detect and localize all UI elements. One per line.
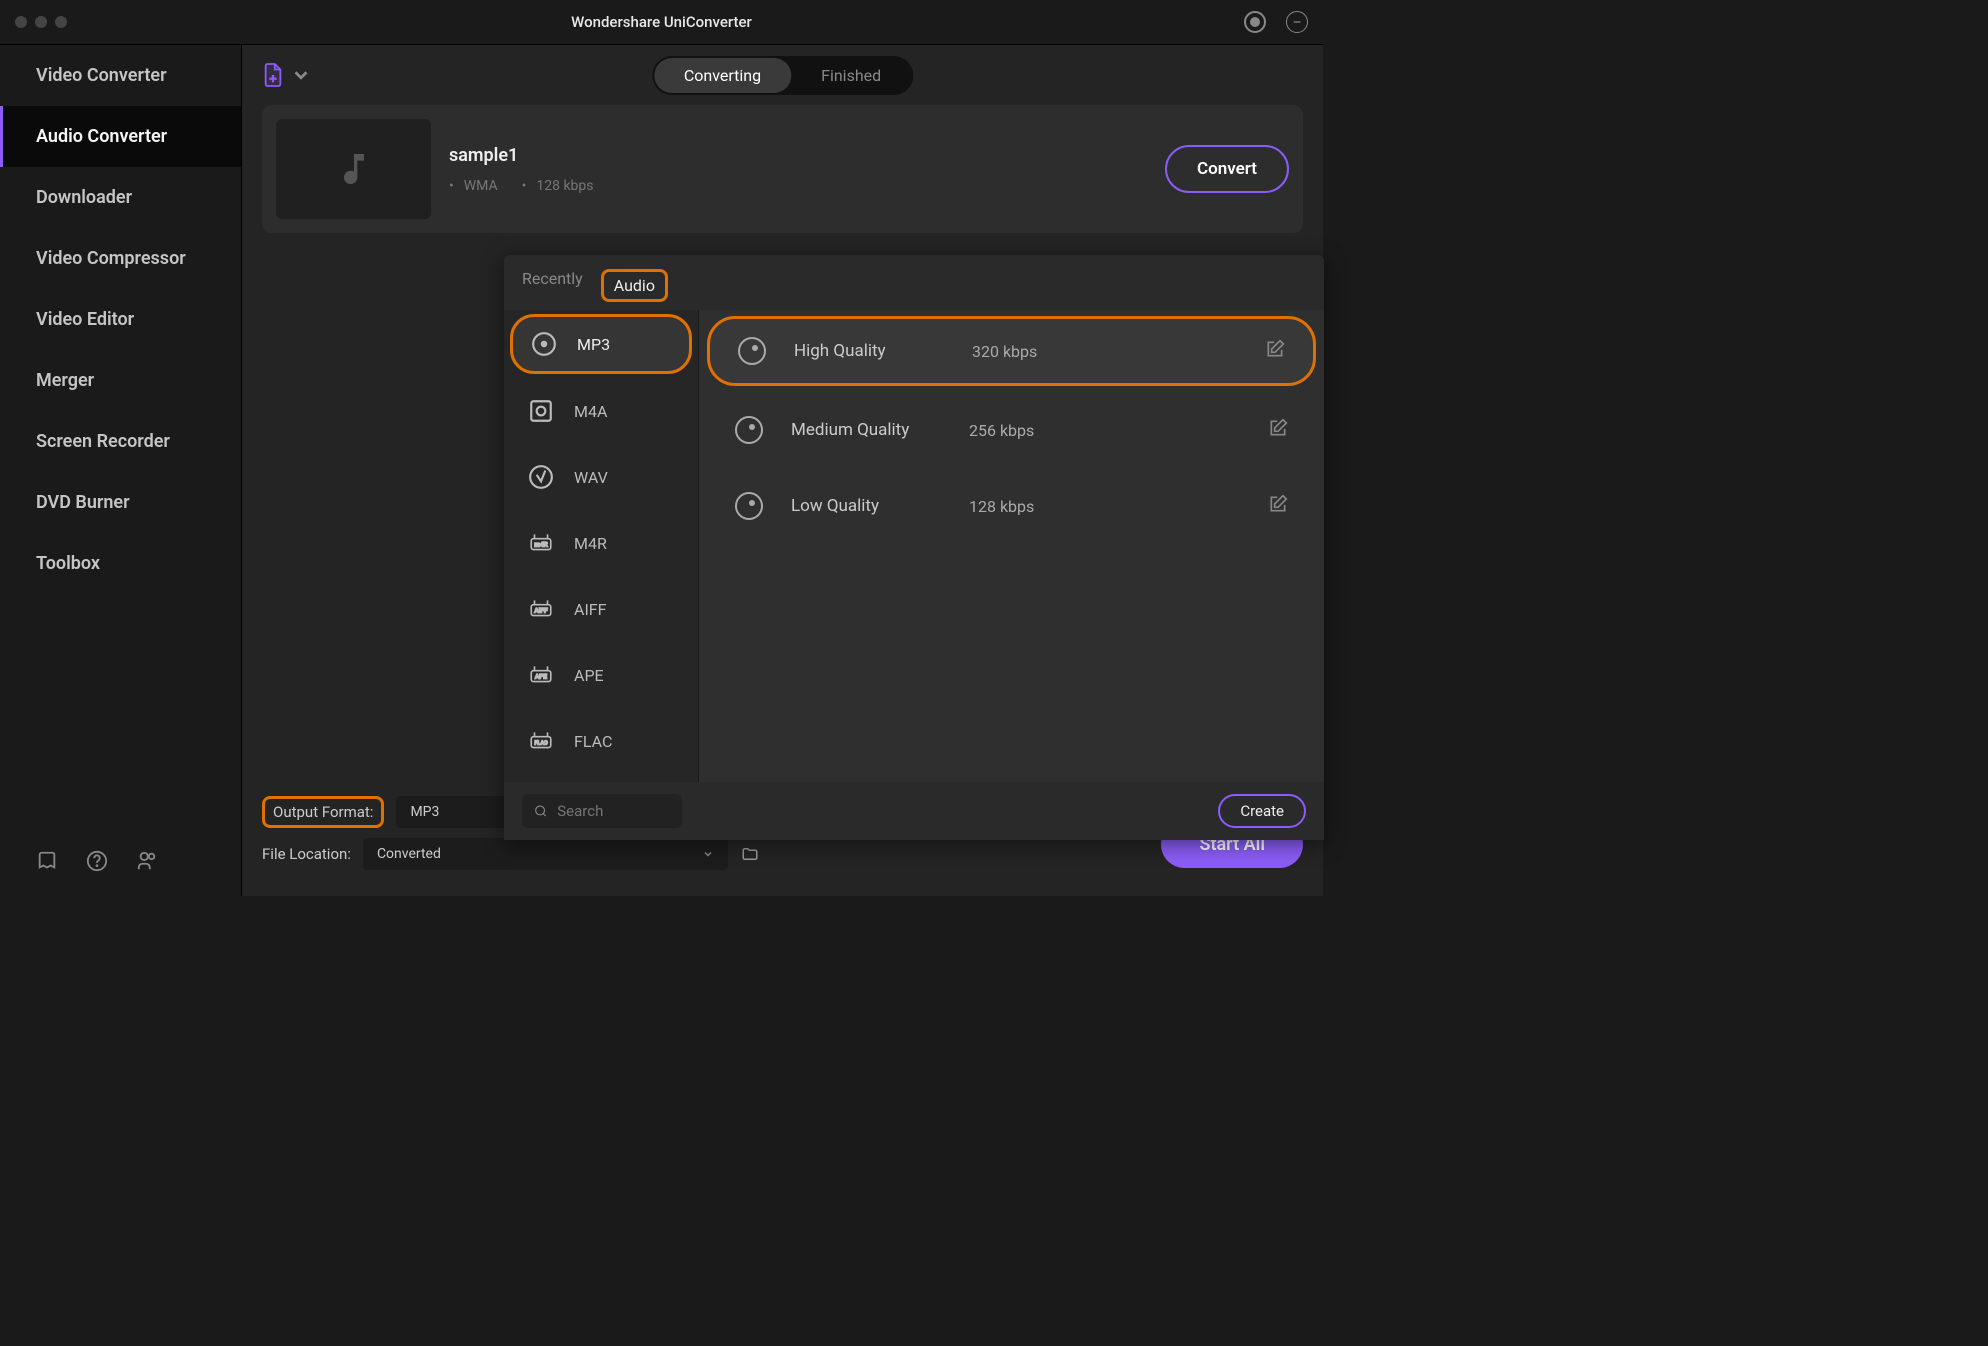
feedback-icon[interactable] (1286, 11, 1308, 33)
window-controls (15, 16, 67, 28)
maximize-window-button[interactable] (55, 16, 67, 28)
file-name: sample1 (449, 145, 1147, 166)
quality-label: High Quality (794, 341, 944, 361)
svg-text:FLAC: FLAC (535, 740, 548, 746)
sidebar-item-video-converter[interactable]: Video Converter (0, 45, 241, 106)
help-icon[interactable] (86, 850, 108, 872)
titlebar: Wondershare UniConverter (0, 0, 1323, 45)
guide-icon[interactable] (36, 850, 58, 872)
format-item-m4a[interactable]: M4A (504, 378, 698, 444)
search-input[interactable] (557, 802, 670, 820)
quality-disc-icon (735, 492, 763, 520)
content-area: Converting Finished sample1 WMA 128 kbps… (242, 45, 1323, 896)
edit-quality-button[interactable] (1265, 339, 1285, 363)
minimize-window-button[interactable] (35, 16, 47, 28)
community-icon[interactable] (136, 850, 158, 872)
square-disc-icon (528, 398, 554, 424)
quality-list: High Quality 320 kbps Medium Quality 256… (699, 310, 1324, 782)
svg-text:m4R: m4R (534, 540, 547, 548)
format-label: AIFF (574, 600, 606, 619)
file-meta: WMA 128 kbps (449, 178, 1147, 194)
quality-disc-icon (735, 416, 763, 444)
chevron-down-icon (702, 848, 714, 860)
quality-disc-icon (738, 337, 766, 365)
svg-text:AIFF: AIFF (534, 606, 548, 614)
tab-finished[interactable]: Finished (791, 58, 911, 93)
quality-bitrate: 128 kbps (969, 497, 1089, 516)
quality-label: Medium Quality (791, 420, 941, 440)
popup-tab-recently[interactable]: Recently (522, 269, 583, 302)
file-location-value: Converted (377, 846, 441, 862)
ape-icon: APE (528, 662, 554, 688)
edit-quality-button[interactable] (1268, 418, 1288, 442)
sidebar-item-dvd-burner[interactable]: DVD Burner (0, 472, 241, 533)
quality-item-medium[interactable]: Medium Quality 256 kbps (699, 392, 1324, 468)
quality-item-high[interactable]: High Quality 320 kbps (707, 316, 1316, 386)
file-location-select[interactable]: Converted (363, 838, 728, 870)
search-icon (534, 803, 547, 819)
app-title: Wondershare UniConverter (571, 13, 752, 31)
format-item-aiff[interactable]: AIFF AIFF (504, 576, 698, 642)
add-file-button[interactable] (262, 62, 312, 88)
disc-icon (531, 331, 557, 357)
flac-icon: FLAC (528, 728, 554, 754)
quality-item-low[interactable]: Low Quality 128 kbps (699, 468, 1324, 544)
sidebar-item-downloader[interactable]: Downloader (0, 167, 241, 228)
format-label: M4A (574, 402, 607, 421)
sidebar-item-video-editor[interactable]: Video Editor (0, 289, 241, 350)
status-tabs: Converting Finished (652, 56, 913, 95)
format-label: M4R (574, 534, 607, 553)
sidebar-item-audio-converter[interactable]: Audio Converter (0, 106, 241, 167)
format-item-flac[interactable]: FLAC FLAC (504, 708, 698, 774)
format-label: APE (574, 666, 604, 685)
file-thumbnail[interactable] (276, 119, 431, 219)
popup-tab-audio[interactable]: Audio (601, 269, 668, 302)
format-item-mp3[interactable]: MP3 (510, 314, 692, 374)
output-format-label: Output Format: (262, 796, 384, 828)
format-label: WAV (574, 468, 608, 487)
format-popup: Recently Audio MP3 M4A WAV (504, 255, 1324, 840)
convert-button[interactable]: Convert (1165, 145, 1289, 193)
sidebar-item-merger[interactable]: Merger (0, 350, 241, 411)
edit-quality-button[interactable] (1268, 494, 1288, 518)
account-icon[interactable] (1244, 11, 1266, 33)
chevron-down-icon (290, 62, 312, 88)
format-item-m4r[interactable]: m4R M4R (504, 510, 698, 576)
format-item-wav[interactable]: WAV (504, 444, 698, 510)
quality-bitrate: 256 kbps (969, 421, 1089, 440)
sidebar-item-toolbox[interactable]: Toolbox (0, 533, 241, 594)
close-window-button[interactable] (15, 16, 27, 28)
sidebar-item-video-compressor[interactable]: Video Compressor (0, 228, 241, 289)
format-label: MP3 (577, 335, 610, 354)
open-folder-button[interactable] (740, 845, 760, 863)
sidebar: Video Converter Audio Converter Download… (0, 45, 242, 896)
format-item-ape[interactable]: APE APE (504, 642, 698, 708)
m4r-icon: m4R (528, 530, 554, 556)
create-button[interactable]: Create (1218, 794, 1306, 828)
format-list[interactable]: MP3 M4A WAV m4R M4R AIFF (504, 310, 699, 782)
file-format: WMA (449, 178, 498, 194)
search-box[interactable] (522, 794, 682, 828)
output-format-value: MP3 (410, 804, 439, 820)
format-label: FLAC (574, 732, 612, 751)
aiff-icon: AIFF (528, 596, 554, 622)
music-note-icon (334, 149, 374, 189)
sidebar-item-screen-recorder[interactable]: Screen Recorder (0, 411, 241, 472)
quality-bitrate: 320 kbps (972, 342, 1092, 361)
file-row: sample1 WMA 128 kbps Convert (262, 105, 1303, 233)
file-location-label: File Location: (262, 845, 351, 863)
file-bitrate: 128 kbps (522, 178, 594, 194)
wave-icon (528, 464, 554, 490)
quality-label: Low Quality (791, 496, 941, 516)
svg-text:APE: APE (535, 672, 547, 680)
tab-converting[interactable]: Converting (654, 58, 791, 93)
